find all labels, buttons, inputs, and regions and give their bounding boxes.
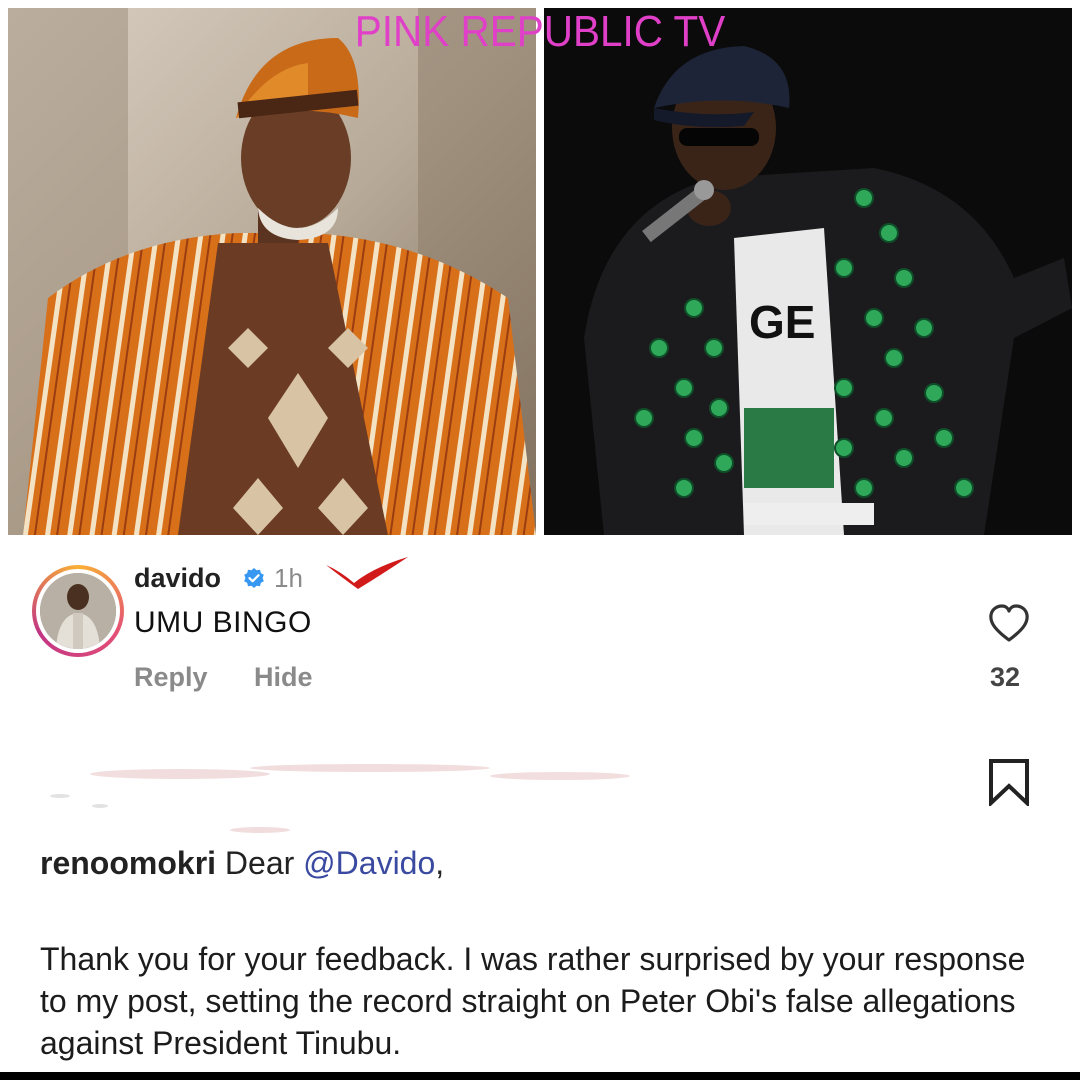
caption-greeting-prefix: Dear — [224, 845, 304, 881]
caption-greeting-suffix: , — [435, 845, 445, 881]
comment-avatar[interactable] — [32, 565, 124, 657]
bookmark-icon[interactable] — [986, 758, 1032, 806]
verified-badge-icon — [244, 568, 264, 588]
avatar-image — [40, 573, 116, 649]
faint-smudge — [50, 764, 630, 833]
photo-left — [8, 8, 536, 535]
photo-right: GE — [544, 8, 1072, 535]
caption-mention-link[interactable]: @Davido — [303, 845, 435, 881]
post-canvas: GE PINK REPUBLIC TV davido 1h UMU BINGO … — [0, 0, 1080, 1080]
heart-icon[interactable] — [988, 604, 1030, 644]
hide-button[interactable]: Hide — [254, 662, 313, 693]
caption-header: renoomokri Dear @Davido, — [40, 845, 444, 882]
comment-username[interactable]: davido — [134, 563, 221, 594]
bottom-edge-bar — [0, 1072, 1080, 1080]
avatar-illustration — [40, 573, 116, 649]
like-count: 32 — [990, 662, 1021, 692]
comment-time: 1h — [274, 563, 303, 593]
caption-body: Thank you for your feedback. I was rathe… — [40, 941, 1026, 1061]
svg-text:GE: GE — [749, 296, 815, 348]
red-check-mark — [326, 557, 408, 589]
caption-username[interactable]: renoomokri — [40, 845, 216, 881]
reply-button[interactable]: Reply — [134, 662, 208, 693]
photo-left-illustration — [8, 8, 536, 535]
comment-text: UMU BINGO — [134, 606, 312, 639]
photo-right-illustration: GE — [544, 8, 1072, 535]
